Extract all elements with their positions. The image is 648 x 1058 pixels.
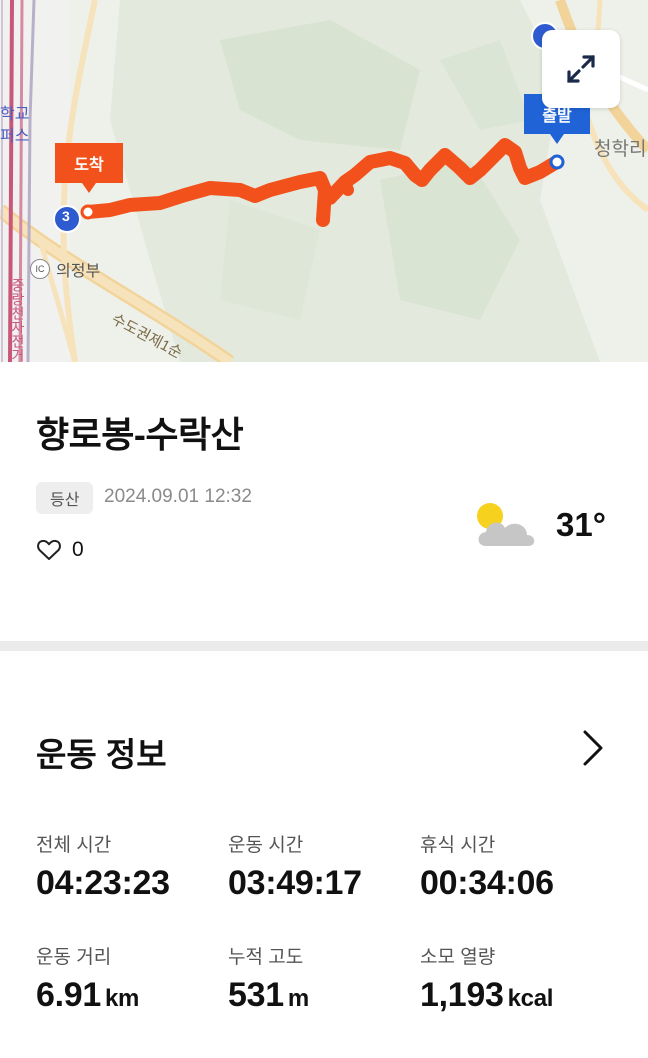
like-button[interactable]: 0 — [36, 538, 84, 562]
stat-number: 6.91 — [36, 976, 101, 1014]
activity-datetime: 2024.09.01 12:32 — [104, 486, 252, 507]
stat-label-calories: 소모 열량 — [420, 947, 496, 968]
expand-map-button[interactable] — [542, 30, 620, 108]
route-badge-label: 3 — [62, 208, 70, 224]
stat-unit: km — [104, 985, 140, 1012]
stat-number: 03:49:17 — [228, 864, 362, 902]
ic-label: IC 의정부 — [30, 257, 100, 281]
exercise-section-title: 운동 정보 — [36, 736, 167, 773]
end-marker-tail — [82, 183, 96, 193]
partly-cloudy-icon — [477, 503, 535, 546]
stat-number: 04:23:23 — [36, 864, 170, 902]
stat-value-total-time: 04:23:23 — [36, 864, 170, 903]
route-map[interactable]: 3 IC 의정부 청학리 학교 퍼스 수도권제1순 중랑천자전거 도착 출발 — [0, 0, 648, 362]
stat-value-rest-time: 00:34:06 — [420, 864, 554, 903]
stat-label-rest-time: 휴식 시간 — [420, 835, 496, 856]
stat-label-exercise-time: 운동 시간 — [228, 835, 304, 856]
expand-icon — [567, 55, 595, 83]
activity-type-tag: 등산 — [36, 482, 94, 514]
map-label-school: 학교 — [0, 106, 30, 123]
place-label-right: 청학리 — [594, 139, 647, 160]
like-count: 0 — [72, 538, 84, 561]
road-label-vertical: 중랑천자전거 — [10, 278, 26, 362]
stat-unit: m — [287, 985, 309, 1012]
section-divider — [0, 641, 648, 651]
stat-number: 1,193 — [420, 976, 504, 1014]
stat-value-calories: 1,193 kcal — [420, 976, 553, 1015]
stat-number: 531 — [228, 976, 284, 1014]
stat-value-exercise-time: 03:49:17 — [228, 864, 362, 903]
temperature: 31° — [556, 506, 606, 543]
map-label-campus: 퍼스 — [0, 128, 30, 145]
stat-value-elevation: 531 m — [228, 976, 309, 1015]
activity-title: 향로봉-수락산 — [36, 414, 244, 455]
stat-value-distance: 6.91 km — [36, 976, 139, 1015]
chevron-right-icon[interactable] — [578, 728, 608, 768]
ic-badge: IC — [30, 259, 50, 279]
end-marker-label: 도착 — [74, 157, 104, 174]
stat-label-total-time: 전체 시간 — [36, 835, 112, 856]
stat-unit: kcal — [507, 985, 554, 1012]
heart-icon — [37, 539, 61, 560]
stat-number: 00:34:06 — [420, 864, 554, 902]
end-marker: 도착 — [55, 143, 123, 183]
ic-name: 의정부 — [56, 263, 101, 280]
stat-label-distance: 운동 거리 — [36, 947, 112, 968]
stat-label-elevation: 누적 고도 — [228, 947, 304, 968]
start-marker-tail — [550, 134, 564, 144]
